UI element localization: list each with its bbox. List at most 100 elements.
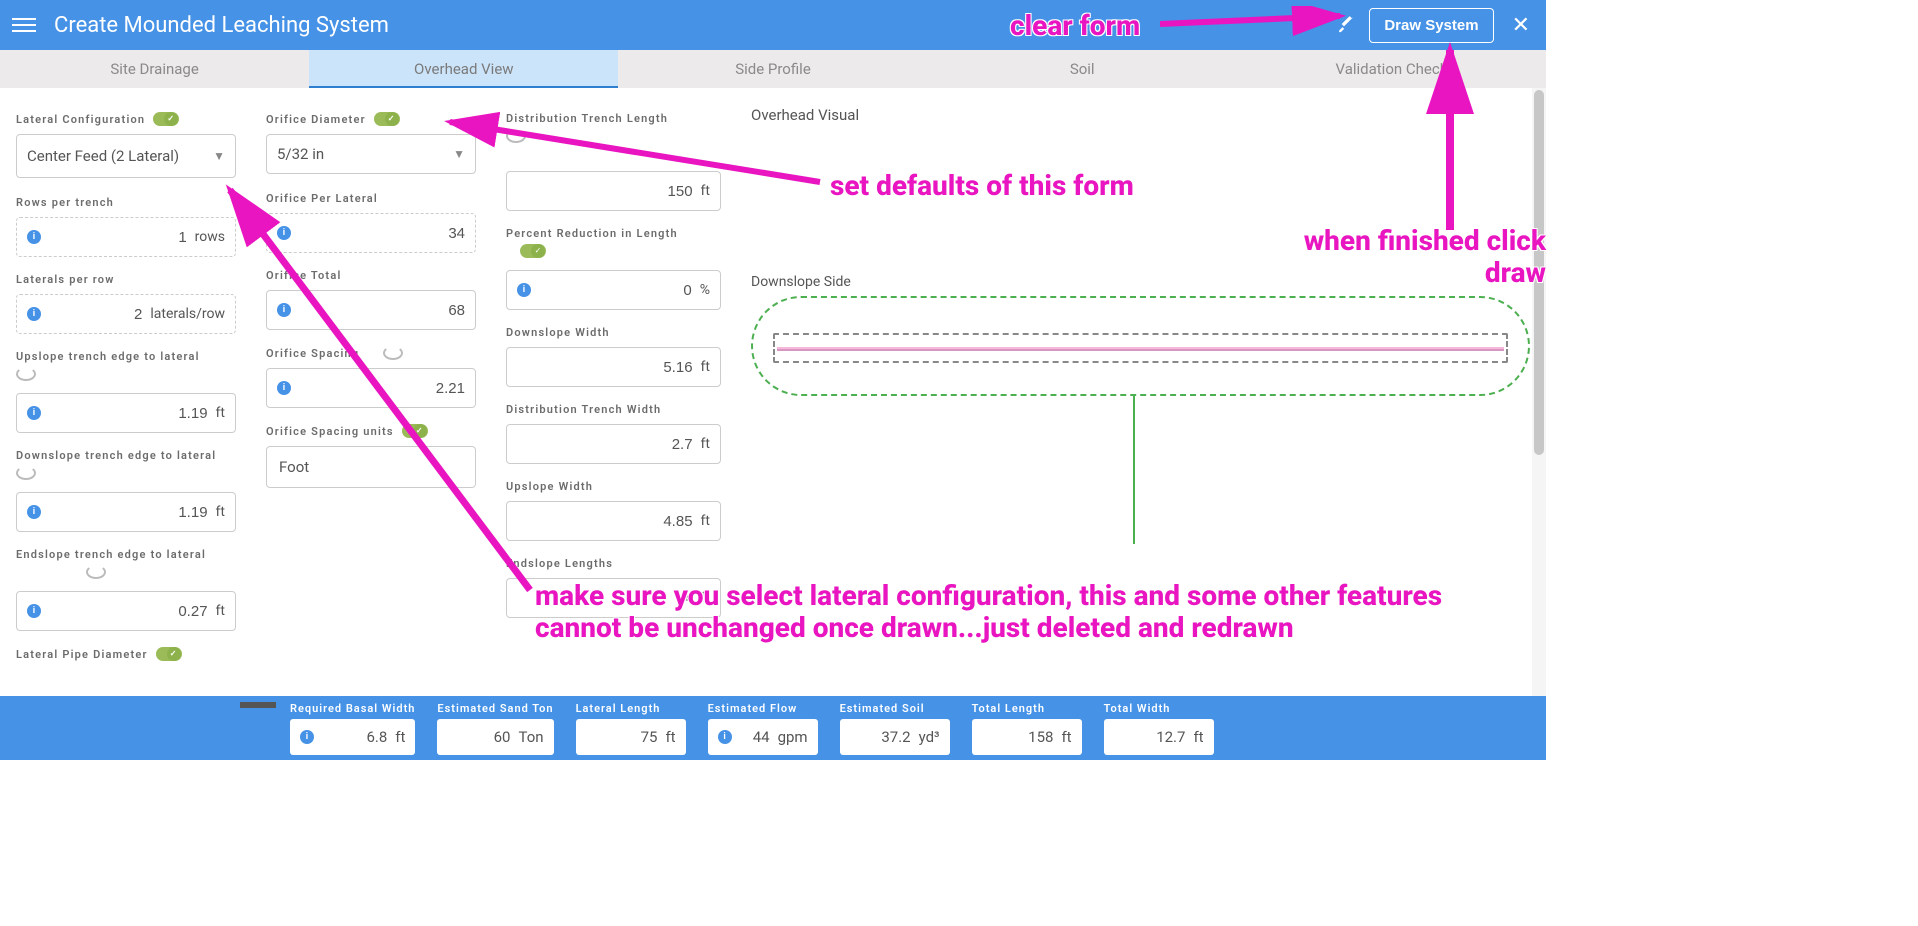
orifice-per-lateral-label: Orifice Per Lateral [266, 192, 476, 205]
info-icon[interactable]: i [517, 283, 531, 297]
info-icon[interactable]: i [27, 307, 41, 321]
chevron-down-icon: ▼ [213, 149, 225, 163]
footer-metric-unit: ft [395, 728, 405, 746]
footer-metric-value: 158 [1028, 728, 1053, 746]
rows-per-trench-input[interactable]: i rows [16, 217, 236, 257]
footer-metric-unit: Ton [518, 728, 543, 746]
upslope-edge-label: Upslope trench edge to lateral [16, 350, 236, 363]
orifice-spacing-input[interactable]: i [266, 368, 476, 408]
downslope-width-input[interactable]: ft [506, 347, 721, 387]
info-icon[interactable]: i [27, 406, 41, 420]
footer-metric-label: Estimated Soil [840, 702, 950, 715]
footer-metric: Estimated Flow i 44 gpm [708, 702, 818, 755]
orifice-diameter-label: Orifice Diameter [266, 112, 476, 126]
pct-reduction-toggle[interactable] [520, 244, 546, 258]
footer-metric-box: 12.7 ft [1104, 719, 1214, 755]
footer-metric-value: 6.8 [366, 728, 387, 746]
orifice-total-label: Orifice Total [266, 269, 476, 282]
endslope-edge-label: Endslope trench edge to lateral [16, 548, 236, 561]
chevron-down-icon: ▼ [453, 147, 465, 161]
pct-reduction-input[interactable]: i % [506, 270, 721, 310]
info-icon[interactable]: i [277, 381, 291, 395]
loading-icon [16, 367, 36, 381]
footer-metric-label: Lateral Length [576, 702, 686, 715]
overhead-visual-title: Overhead Visual [751, 106, 1530, 124]
dist-trench-width-input[interactable]: ft [506, 424, 721, 464]
footer-metric-label: Estimated Flow [708, 702, 818, 715]
footer-metric-box: 37.2 yd³ [840, 719, 950, 755]
footer-metric-value: 60 [494, 728, 511, 746]
footer-bar: Required Basal Widthi6.8ftEstimated Sand… [0, 696, 1546, 760]
info-icon[interactable]: i [27, 505, 41, 519]
footer-metric-value: 12.7 [1156, 728, 1185, 746]
footer-metric-box: i 44 gpm [708, 719, 818, 755]
loading-icon [506, 129, 526, 143]
dist-trench-length-input[interactable]: ft [506, 171, 721, 211]
pipe-diameter-toggle[interactable] [156, 647, 182, 661]
upslope-width-label: Upslope Width [506, 480, 721, 493]
footer-metric-box: i 6.8 ft [290, 719, 415, 755]
scrollbar[interactable] [1532, 88, 1546, 696]
close-icon[interactable]: ✕ [1508, 13, 1534, 38]
footer-metric-unit: gpm [778, 728, 808, 746]
footer-drag-handle[interactable] [240, 702, 276, 708]
footer-metric: Estimated Soil 37.2 yd³ [840, 702, 950, 755]
lateral-configuration-select[interactable]: Center Feed (2 Lateral) ▼ [16, 134, 236, 178]
footer-metric: Lateral Length75ft [576, 702, 686, 755]
orifice-diameter-toggle[interactable] [374, 112, 400, 126]
tab-overhead-view[interactable]: Overhead View [309, 50, 618, 88]
endslope-edge-input[interactable]: i ft [16, 591, 236, 631]
footer-metric-unit: yd³ [919, 728, 940, 746]
main-content: Lateral Configuration Center Feed (2 Lat… [0, 88, 1546, 696]
footer-metric-value: 75 [641, 728, 658, 746]
loading-icon [16, 466, 36, 480]
footer-metric-box: 158 ft [972, 719, 1082, 755]
info-icon[interactable]: i [27, 604, 41, 618]
tab-soil[interactable]: Soil [928, 50, 1237, 88]
draw-system-button[interactable]: Draw System [1369, 8, 1493, 43]
orifice-spacing-label: Orifice Spacing [266, 346, 476, 360]
endslope-lengths-label: Endslope Lengths [506, 557, 721, 570]
rows-per-trench-label: Rows per trench [16, 196, 236, 209]
footer-metric-unit: ft [1193, 728, 1203, 746]
orifice-spacing-units-label: Orifice Spacing units [266, 424, 476, 438]
orifice-per-lateral-input[interactable]: i [266, 213, 476, 253]
tab-validation-check[interactable]: Validation Check [1237, 50, 1546, 88]
footer-metric: Total Length158ft [972, 702, 1082, 755]
tab-site-drainage[interactable]: Site Drainage [0, 50, 309, 88]
app-header: Create Mounded Leaching System Draw Syst… [0, 0, 1546, 50]
orifice-diameter-select[interactable]: 5/32 in ▼ [266, 134, 476, 174]
orifice-spacing-units-toggle[interactable] [402, 424, 428, 438]
endslope-lengths-input[interactable]: ft [506, 578, 721, 618]
laterals-per-row-label: Laterals per row [16, 273, 236, 286]
tab-side-profile[interactable]: Side Profile [618, 50, 927, 88]
info-icon[interactable]: i [300, 730, 314, 744]
lateral-config-toggle[interactable] [153, 112, 179, 126]
footer-metric-value: 44 [753, 728, 770, 746]
downslope-width-label: Downslope Width [506, 326, 721, 339]
footer-metric-label: Total Width [1104, 702, 1214, 715]
page-title: Create Mounded Leaching System [54, 13, 1335, 38]
footer-metric-unit: ft [1061, 728, 1071, 746]
dist-trench-length-label: Distribution Trench Length [506, 112, 721, 125]
footer-metric-label: Required Basal Width [290, 702, 415, 715]
footer-metric-box: 60 Ton [437, 719, 553, 755]
info-icon[interactable]: i [27, 230, 41, 244]
info-icon[interactable]: i [718, 730, 732, 744]
menu-icon[interactable] [12, 13, 36, 37]
laterals-per-row-input[interactable]: i laterals/row [16, 294, 236, 334]
upslope-edge-input[interactable]: i ft [16, 393, 236, 433]
downslope-edge-input[interactable]: i ft [16, 492, 236, 532]
footer-metric-value: 37.2 [881, 728, 910, 746]
upslope-width-input[interactable]: ft [506, 501, 721, 541]
info-icon[interactable]: i [277, 226, 291, 240]
info-icon[interactable]: i [277, 303, 291, 317]
dist-trench-width-label: Distribution Trench Width [506, 403, 721, 416]
orifice-spacing-units-value[interactable]: Foot [266, 446, 476, 488]
footer-metric: Required Basal Width i 6.8 ft [290, 702, 415, 755]
clear-form-icon[interactable] [1335, 13, 1355, 37]
loading-icon [86, 565, 106, 579]
orifice-total-input[interactable]: i [266, 290, 476, 330]
pipe-diameter-label: Lateral Pipe Diameter [16, 647, 236, 661]
overhead-diagram [751, 296, 1530, 396]
